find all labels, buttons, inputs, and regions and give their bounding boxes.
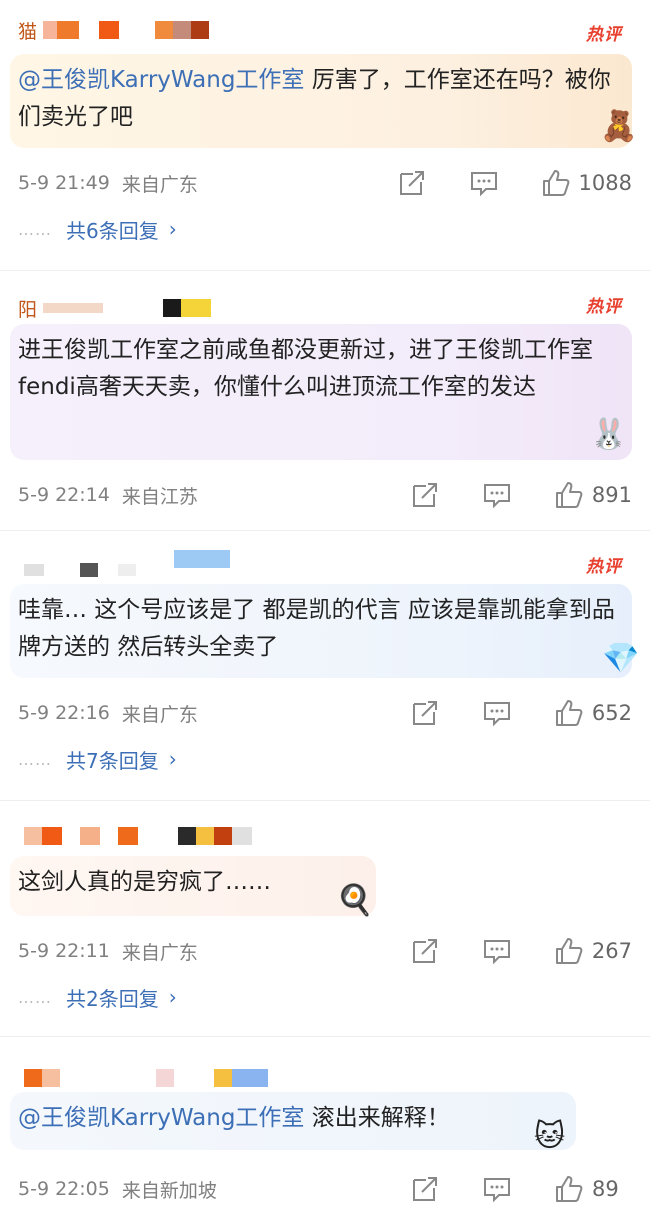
location: 来自广东: [121, 173, 198, 196]
mention-link[interactable]: @王俊凯KarryWang工作室: [18, 1105, 304, 1131]
comment-meta: 5-9 21:49 来自广东: [18, 168, 198, 198]
chevron-right-icon[interactable]: ›: [169, 747, 177, 771]
chevron-right-icon[interactable]: ›: [169, 985, 177, 1009]
like-count: 652: [591, 701, 632, 725]
divider: [0, 270, 650, 271]
share-icon[interactable]: [410, 480, 440, 510]
hot-badge: 热评: [586, 25, 622, 45]
username-text[interactable]: 猫: [18, 17, 37, 44]
action-bar: 652: [410, 696, 632, 730]
comment-meta: 5-9 22:11 来自广东: [18, 936, 198, 966]
timestamp: 5-9 21:49: [18, 172, 110, 194]
comment-icon[interactable]: [469, 168, 499, 198]
location: 来自广东: [121, 703, 198, 726]
hot-badge: 热评: [586, 557, 622, 577]
divider: [0, 530, 650, 531]
comment-3: 热评 哇靠… 这个号应该是了 都是凯的代言 应该是靠凯能拿到品牌方送的 然后转头…: [0, 540, 650, 800]
timestamp: 5-9 22:05: [18, 1178, 110, 1200]
comment-2: 阳 热评 进王俊凯工作室之前咸鱼都没更新过，进了王俊凯工作室fendi高奢天天卖…: [0, 280, 650, 535]
comment-meta: 5-9 22:14 来自江苏: [18, 480, 198, 510]
replies-link[interactable]: …… 共7条回复 ›: [18, 744, 177, 774]
mention-link[interactable]: @王俊凯KarryWang工作室: [18, 67, 304, 93]
timestamp: 5-9 22:11: [18, 940, 110, 962]
like-count: 89: [592, 1177, 619, 1201]
divider: [0, 1036, 650, 1037]
sticker-icon: 💎: [602, 641, 640, 676]
comment-text: 进王俊凯工作室之前咸鱼都没更新过，进了王俊凯工作室fendi高奢天天卖，你懂什么…: [18, 337, 593, 400]
like-icon[interactable]: [554, 936, 584, 966]
divider: [0, 800, 650, 801]
sticker-icon: 🐱: [534, 1119, 566, 1154]
comment-icon[interactable]: [482, 1174, 512, 1204]
username-mosaic: [43, 21, 210, 39]
comment-bubble: 哇靠… 这个号应该是了 都是凯的代言 应该是靠凯能拿到品牌方送的 然后转头全卖了: [10, 584, 632, 678]
dots: ……: [18, 219, 52, 239]
username[interactable]: [18, 550, 230, 582]
comment-icon[interactable]: [482, 698, 512, 728]
chevron-right-icon[interactable]: ›: [169, 217, 177, 241]
like-icon[interactable]: [554, 480, 584, 510]
share-icon[interactable]: [397, 168, 427, 198]
replies-link[interactable]: …… 共6条回复 ›: [18, 214, 177, 244]
action-bar: 89: [410, 1172, 632, 1206]
action-bar: 891: [410, 478, 632, 512]
comment-1: 猫 热评 @王俊凯KarryWang工作室 厉害了，工作室还在吗？被你们卖光了吧…: [0, 0, 650, 265]
sticker-icon: 🐰: [590, 417, 628, 452]
hot-badge: 热评: [586, 297, 622, 317]
comment-text: 哇靠… 这个号应该是了 都是凯的代言 应该是靠凯能拿到品牌方送的 然后转头全卖了: [18, 597, 615, 660]
location: 来自广东: [121, 941, 198, 964]
location: 来自江苏: [121, 485, 198, 508]
comment-meta: 5-9 22:05 来自新加坡: [18, 1174, 217, 1204]
username[interactable]: [18, 1066, 268, 1090]
username[interactable]: [18, 824, 252, 848]
comment-bubble: @王俊凯KarryWang工作室 厉害了，工作室还在吗？被你们卖光了吧: [10, 54, 632, 148]
share-icon[interactable]: [410, 1174, 440, 1204]
comment-bubble: 进王俊凯工作室之前咸鱼都没更新过，进了王俊凯工作室fendi高奢天天卖，你懂什么…: [10, 324, 632, 460]
username-mosaic: [24, 827, 252, 845]
sticker-icon: 🧸: [600, 109, 638, 144]
comment-meta: 5-9 22:16 来自广东: [18, 698, 198, 728]
action-bar: 267: [410, 934, 632, 968]
comment-bubble: @王俊凯KarryWang工作室 滚出来解释！: [10, 1092, 576, 1150]
username-text[interactable]: 阳: [18, 295, 37, 322]
username-mosaic: [43, 299, 212, 317]
username[interactable]: 猫: [18, 17, 210, 44]
like-count: 1088: [578, 171, 632, 195]
action-bar: 1088: [397, 166, 632, 200]
comment-5: @王俊凯KarryWang工作室 滚出来解释！ 🐱 5-9 22:05 来自新加…: [0, 1046, 650, 1215]
sticker-icon: 🍳: [336, 883, 374, 918]
username[interactable]: 阳: [18, 295, 212, 322]
dots: ……: [18, 749, 52, 769]
like-icon[interactable]: [554, 1174, 584, 1204]
replies-count[interactable]: 共6条回复: [66, 215, 159, 244]
comment-text: 这剑人真的是穷疯了……: [18, 869, 271, 895]
replies-link[interactable]: …… 共2条回复 ›: [18, 982, 177, 1012]
share-icon[interactable]: [410, 698, 440, 728]
timestamp: 5-9 22:16: [18, 702, 110, 724]
like-icon[interactable]: [554, 698, 584, 728]
replies-count[interactable]: 共7条回复: [66, 745, 159, 774]
dots: ……: [18, 987, 52, 1007]
like-count: 891: [591, 483, 632, 507]
share-icon[interactable]: [410, 936, 440, 966]
comment-bubble: 这剑人真的是穷疯了……: [10, 856, 376, 916]
timestamp: 5-9 22:14: [18, 484, 110, 506]
like-icon[interactable]: [541, 168, 571, 198]
location: 来自新加坡: [121, 1179, 217, 1202]
comment-icon[interactable]: [482, 480, 512, 510]
username-mosaic: [24, 1069, 268, 1087]
like-count: 267: [591, 939, 632, 963]
comment-4: 这剑人真的是穷疯了…… 🍳 5-9 22:11 来自广东 267 …… 共2条回…: [0, 810, 650, 1035]
replies-count[interactable]: 共2条回复: [66, 983, 159, 1012]
comment-text: 滚出来解释！: [304, 1105, 450, 1131]
comment-icon[interactable]: [482, 936, 512, 966]
username-mosaic: [24, 550, 230, 579]
